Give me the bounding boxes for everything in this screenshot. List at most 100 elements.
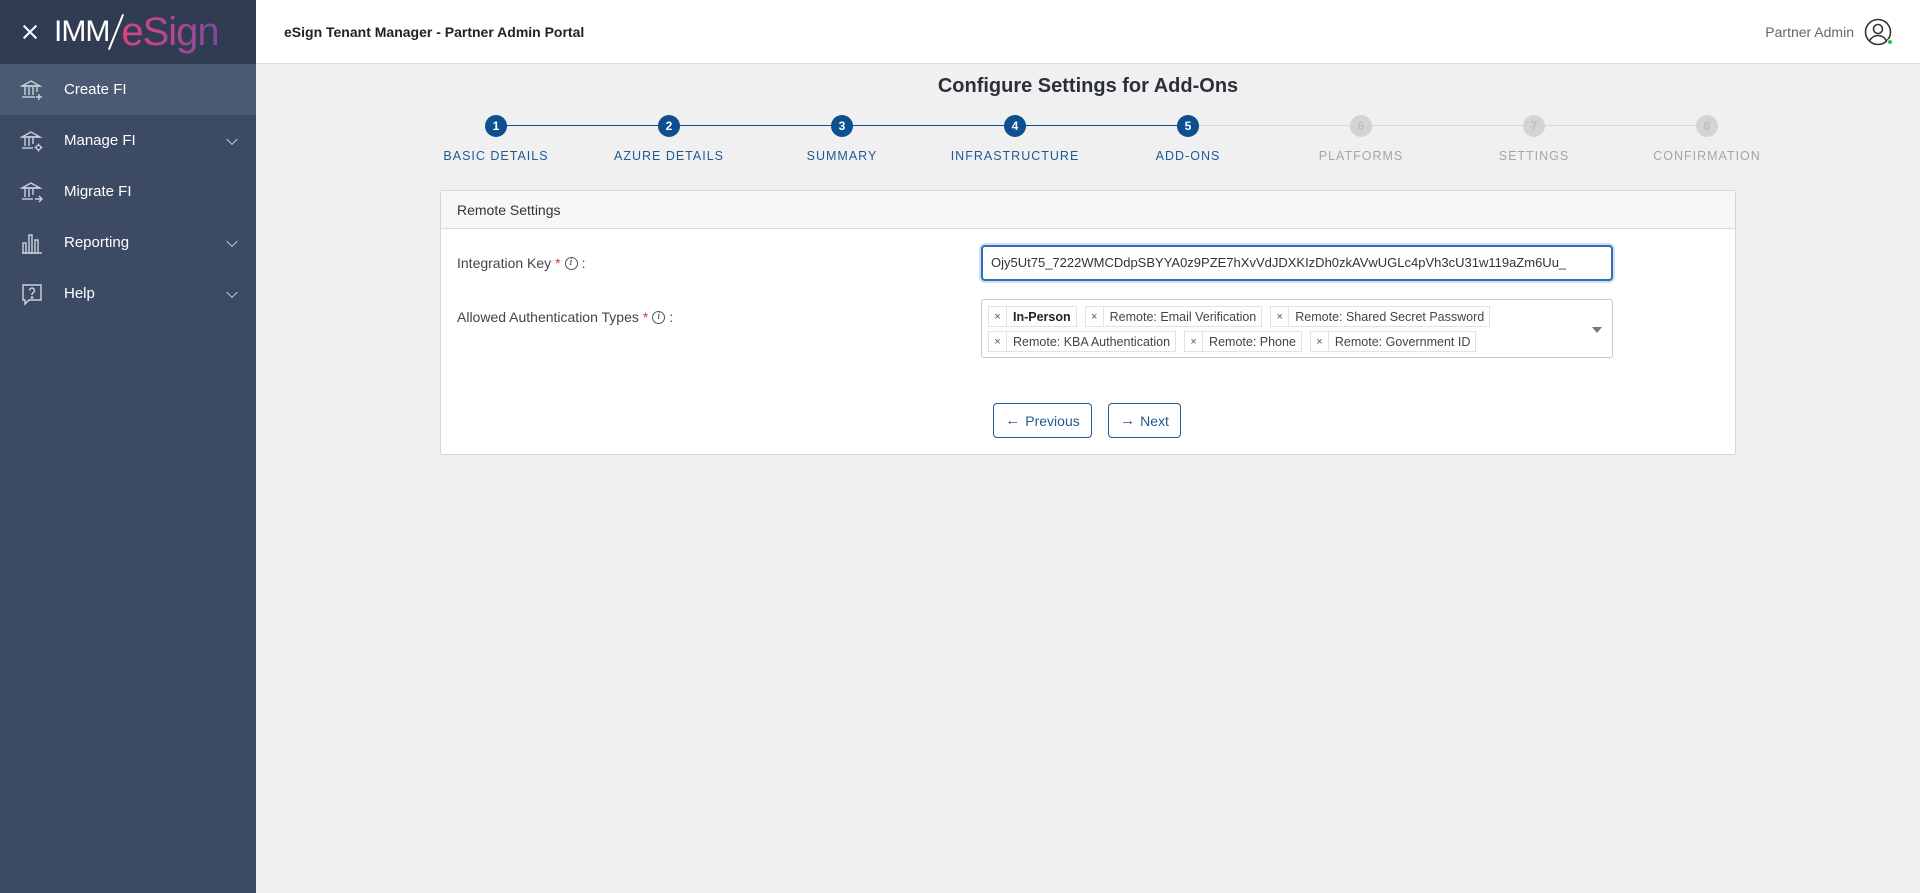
step-number: 6 xyxy=(1350,115,1372,137)
main-content: Configure Settings for Add-Ons 1 BASIC DE… xyxy=(256,64,1920,893)
selected-tag: × Remote: KBA Authentication xyxy=(988,331,1177,352)
remove-tag-icon[interactable]: × xyxy=(1271,307,1290,326)
chevron-down-icon[interactable] xyxy=(226,235,238,247)
previous-button-label: Previous xyxy=(1025,412,1080,429)
chevron-down-icon[interactable] xyxy=(226,133,238,145)
step-settings: 7 SETTINGS xyxy=(1464,113,1604,163)
selected-tag: × Remote: Government ID xyxy=(1309,331,1477,352)
sidebar-item-create-fi[interactable]: Create FI xyxy=(0,64,256,115)
tag-label: In-Person xyxy=(1013,309,1071,324)
step-number: 5 xyxy=(1177,115,1199,137)
top-bar: eSign Tenant Manager - Partner Admin Por… xyxy=(256,0,1920,64)
sidebar-item-label: Manage FI xyxy=(64,132,136,149)
step-number: 1 xyxy=(485,115,507,137)
remove-tag-icon[interactable]: × xyxy=(1311,332,1329,351)
arrow-right-icon: → xyxy=(1120,412,1136,429)
chevron-down-icon[interactable] xyxy=(226,286,238,298)
page-title: Configure Settings for Add-Ons xyxy=(937,75,1239,97)
bar-chart-icon xyxy=(20,231,44,255)
selected-tag: × In-Person xyxy=(988,306,1077,327)
sidebar-item-label: Help xyxy=(64,285,95,302)
wizard-stepper: 1 BASIC DETAILS 2 AZURE DETAILS 3 SUMMARY 4 INF… xyxy=(441,113,1762,173)
tag-label: Remote: Government ID xyxy=(1334,334,1471,349)
sidebar-item-label: Create FI xyxy=(64,81,127,98)
tag-label: Remote: Phone xyxy=(1209,334,1296,349)
tag-label: Remote: KBA Authentication xyxy=(1013,334,1171,349)
integration-key-value: Ojy5Ut75_7222WMCDdpSBYYA0z9PZE7hXvVdJDXK… xyxy=(991,255,1567,270)
sidebar-item-label: Reporting xyxy=(64,234,130,251)
step-label: INFRASTRUCTURE xyxy=(950,149,1080,163)
integration-key-input[interactable]: Ojy5Ut75_7222WMCDdpSBYYA0z9PZE7hXvVdJDXK… xyxy=(981,245,1613,281)
step-label: BASIC DETAILS xyxy=(443,149,549,163)
sidebar-item-migrate-fi[interactable]: Migrate FI xyxy=(0,166,256,217)
card-header: Remote Settings xyxy=(441,191,1735,229)
user-menu[interactable]: Partner Admin xyxy=(1765,0,1893,64)
sidebar-header: IMM eSign xyxy=(0,0,256,64)
sidebar-item-reporting[interactable]: Reporting xyxy=(0,217,256,268)
selected-tag: × Remote: Phone xyxy=(1184,331,1302,352)
sidebar-nav: Create FI Manage FI Migrate FI Reporting Hel… xyxy=(0,64,256,319)
bank-plus-icon xyxy=(20,78,44,102)
step-label: AZURE DETAILS xyxy=(613,149,724,163)
tag-label: Remote: Shared Secret Password xyxy=(1295,309,1485,324)
logo-imm: IMM xyxy=(54,15,110,48)
remote-settings-card: Remote Settings Integration Key * i : Oj… xyxy=(440,190,1736,455)
online-status-dot xyxy=(1887,39,1893,45)
sidebar-item-label: Migrate FI xyxy=(64,183,132,200)
previous-button[interactable]: ← Previous xyxy=(993,403,1092,438)
step-number: 2 xyxy=(658,115,680,137)
required-mark: * xyxy=(555,255,561,271)
logo-esign: eSign xyxy=(121,9,219,54)
tag-row: × In-Person × Remote: Email Verification × Re… xyxy=(988,304,1606,329)
step-infrastructure: 4 INFRASTRUCTURE xyxy=(945,113,1085,163)
logo: IMM eSign xyxy=(54,9,220,55)
arrow-left-icon: ← xyxy=(1005,412,1021,429)
label-colon: : xyxy=(581,255,586,271)
step-label: ADD-ONS xyxy=(1155,149,1221,163)
auth-types-label: Allowed Authentication Types xyxy=(457,309,639,325)
info-icon[interactable]: i xyxy=(652,310,666,324)
step-add-ons: 5 ADD-ONS xyxy=(1118,113,1258,163)
sidebar-item-help[interactable]: Help xyxy=(0,268,256,319)
integration-key-row: Integration Key * i : xyxy=(457,245,586,281)
selected-tag: × Remote: Shared Secret Password xyxy=(1270,306,1491,327)
step-number: 7 xyxy=(1523,115,1545,137)
chevron-down-icon[interactable] xyxy=(1592,327,1602,333)
step-confirmation: 8 CONFIRMATION xyxy=(1637,113,1777,163)
auth-types-row: Allowed Authentication Types * i : xyxy=(457,299,673,335)
selected-tag: × Remote: Email Verification xyxy=(1084,306,1263,327)
step-number: 3 xyxy=(831,115,853,137)
step-label: SUMMARY xyxy=(806,149,878,163)
remove-tag-icon[interactable]: × xyxy=(1086,307,1104,326)
step-number: 8 xyxy=(1696,115,1718,137)
remove-tag-icon[interactable]: × xyxy=(989,307,1007,326)
required-mark: * xyxy=(642,309,649,325)
auth-types-multiselect[interactable]: × In-Person × Remote: Email Verification × Re… xyxy=(981,299,1613,358)
step-platforms: 6 PLATFORMS xyxy=(1291,113,1431,163)
tag-row: × Remote: KBA Authentication × Remote: Phon… xyxy=(988,329,1606,354)
step-label: PLATFORMS xyxy=(1318,149,1404,163)
integration-key-label: Integration Key xyxy=(457,255,552,271)
help-icon xyxy=(20,282,44,306)
portal-title: eSign Tenant Manager - Partner Admin Por… xyxy=(284,23,585,40)
next-button[interactable]: → Next xyxy=(1108,403,1181,438)
bank-arrow-icon xyxy=(20,180,44,204)
step-basic-details: 1 BASIC DETAILS xyxy=(426,113,566,163)
info-icon[interactable]: i xyxy=(564,256,578,270)
step-azure-details: 2 AZURE DETAILS xyxy=(599,113,739,163)
user-name[interactable]: Partner Admin xyxy=(1765,24,1854,40)
remove-tag-icon[interactable]: × xyxy=(1185,332,1204,351)
next-button-label: Next xyxy=(1140,412,1169,429)
bank-gear-icon xyxy=(20,129,44,153)
sidebar-item-manage-fi[interactable]: Manage FI xyxy=(0,115,256,166)
step-label: SETTINGS xyxy=(1498,149,1570,163)
step-label: CONFIRMATION xyxy=(1653,149,1761,163)
user-avatar-icon[interactable] xyxy=(1864,18,1893,46)
remove-tag-icon[interactable]: × xyxy=(989,332,1007,351)
label-colon: : xyxy=(669,309,674,325)
sidebar: IMM eSign Create FI Manage FI Migrate FI Re… xyxy=(0,0,256,893)
step-summary: 3 SUMMARY xyxy=(772,113,912,163)
tag-label: Remote: Email Verification xyxy=(1109,309,1257,324)
close-icon[interactable] xyxy=(20,22,40,42)
step-number: 4 xyxy=(1004,115,1026,137)
